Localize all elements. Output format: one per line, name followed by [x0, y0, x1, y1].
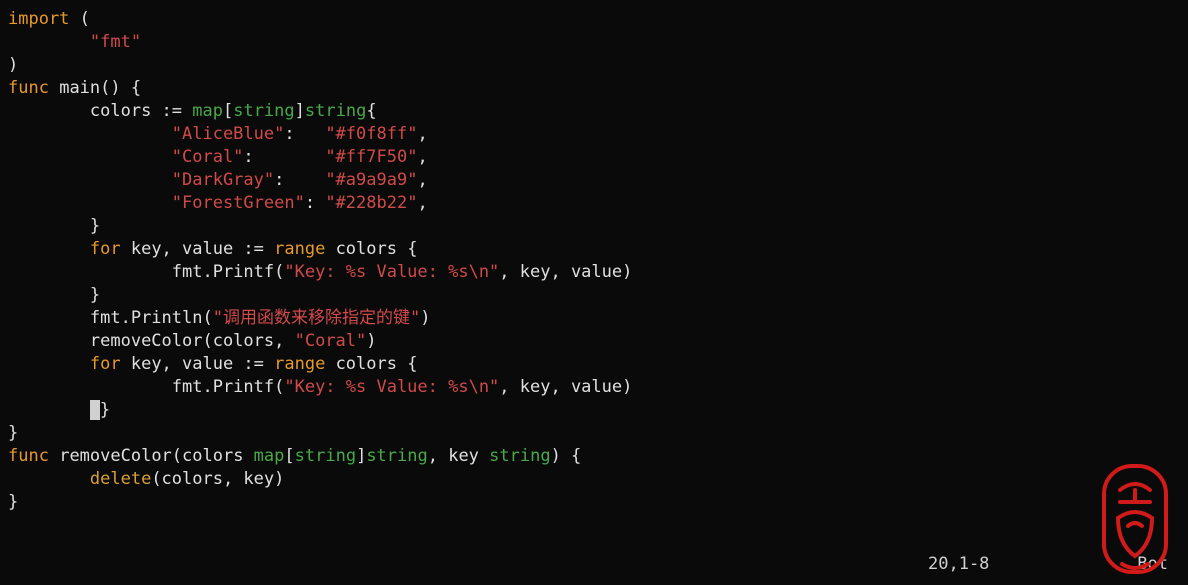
string-fmt: "fmt" — [90, 32, 141, 52]
printf-tail: , key, value) — [499, 262, 632, 282]
code-editor[interactable]: import ( "fmt" ) func main() { colors :=… — [8, 8, 1180, 514]
scroll-position: Bot — [1137, 553, 1168, 576]
keyword-map: map — [254, 446, 285, 466]
println-pre: fmt.Println( — [90, 308, 213, 328]
ident-main: main — [59, 78, 100, 98]
status-line: 20,1-8 Bot — [928, 553, 1168, 576]
for-vars: key, value := — [121, 354, 275, 374]
delete-tail: (colors, key) — [151, 469, 284, 489]
colors-decl: colors := — [90, 101, 192, 121]
map-key: "Coral" — [172, 147, 244, 167]
printf-pre: fmt.Printf( — [172, 377, 285, 397]
map-val: "#228b22" — [325, 193, 417, 213]
type-string: string — [295, 446, 356, 466]
printf-pre: fmt.Printf( — [172, 262, 285, 282]
sep: : — [243, 147, 325, 167]
brace-close: } — [8, 492, 18, 512]
removecolor-def-pre: removeColor(colors — [59, 446, 253, 466]
cursor — [90, 400, 100, 420]
map-val: "#ff7F50" — [325, 147, 417, 167]
paren-close: ) — [8, 55, 18, 75]
rbracket: ] — [356, 446, 366, 466]
keyword-range: range — [274, 239, 325, 259]
keyword-range: range — [274, 354, 325, 374]
type-string: string — [233, 101, 294, 121]
comma: , — [417, 170, 427, 190]
sep: : — [274, 170, 325, 190]
printf-fmt: "Key: %s Value: %s\n" — [284, 377, 499, 397]
brace-open: { — [131, 78, 141, 98]
type-string: string — [489, 446, 550, 466]
removecolor-def-tail: ) { — [551, 446, 582, 466]
type-string: string — [366, 446, 427, 466]
brace-close: } — [100, 400, 110, 420]
map-val: "#a9a9a9" — [325, 170, 417, 190]
for-vars: key, value := — [121, 239, 275, 259]
keyword-for: for — [90, 354, 121, 374]
keyword-func: func — [8, 446, 49, 466]
brace-close: } — [90, 216, 100, 236]
keyword-for: for — [90, 239, 121, 259]
paren-open: ( — [80, 9, 90, 29]
keyword-import: import — [8, 9, 69, 29]
cursor-position: 20,1-8 — [928, 553, 989, 576]
comma: , — [417, 147, 427, 167]
lbracket: [ — [223, 101, 233, 121]
removecolor-call-pre: removeColor(colors, — [90, 331, 295, 351]
keyword-func: func — [8, 78, 49, 98]
map-key: "ForestGreen" — [172, 193, 305, 213]
println-tail: ) — [420, 308, 430, 328]
type-string: string — [305, 101, 366, 121]
comma: , — [417, 124, 427, 144]
removecolor-def-mid: , key — [428, 446, 489, 466]
brace-close: } — [90, 285, 100, 305]
for-tail: colors { — [325, 239, 417, 259]
removecolor-tail: ) — [366, 331, 376, 351]
printf-fmt: "Key: %s Value: %s\n" — [284, 262, 499, 282]
println-str: "调用函数来移除指定的键" — [213, 308, 420, 328]
comma: , — [417, 193, 427, 213]
lbracket: [ — [284, 446, 294, 466]
sep: : — [284, 124, 325, 144]
rbracket: ] — [295, 101, 305, 121]
brace-open: { — [366, 101, 376, 121]
map-val: "#f0f8ff" — [325, 124, 417, 144]
map-key: "DarkGray" — [172, 170, 274, 190]
keyword-map: map — [192, 101, 223, 121]
printf-tail: , key, value) — [499, 377, 632, 397]
removecolor-arg: "Coral" — [295, 331, 367, 351]
keyword-delete: delete — [90, 469, 151, 489]
sep: : — [305, 193, 325, 213]
map-key: "AliceBlue" — [172, 124, 285, 144]
brace-close: } — [8, 423, 18, 443]
for-tail: colors { — [325, 354, 417, 374]
